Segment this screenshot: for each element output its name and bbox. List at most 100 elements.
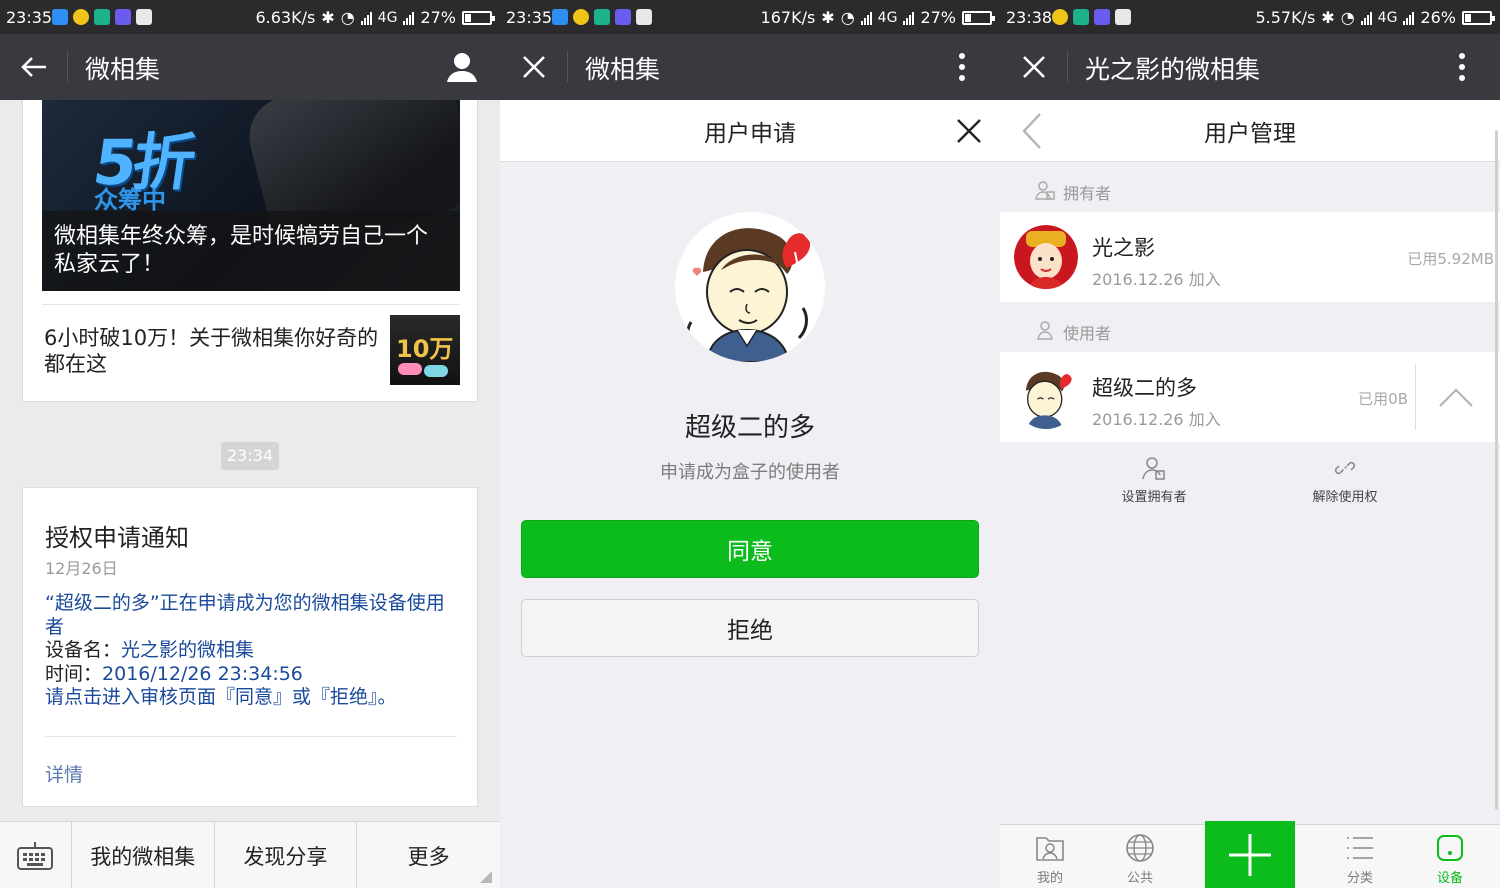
title-separator: [67, 52, 68, 82]
official-account-menu: 我的微相集 发现分享 更多: [0, 821, 500, 888]
owner-joined: 2016.12.26 加入: [1092, 270, 1221, 289]
news-thumbnail: 10万: [390, 315, 460, 385]
instruction-line: 请点击进入审核页面『同意』或『拒绝』。: [45, 686, 397, 708]
signal-icon: [903, 11, 915, 25]
battery-percent: 26%: [1420, 8, 1456, 27]
network-type: 4G: [877, 9, 898, 26]
signal-icon: [1360, 11, 1372, 25]
menu-my-weixiangji[interactable]: 我的微相集: [72, 822, 215, 888]
tab-public[interactable]: 公共: [1095, 831, 1185, 886]
scrollbar[interactable]: [1495, 130, 1498, 810]
agree-button[interactable]: 同意: [521, 520, 979, 578]
status-time: 23:38: [1006, 8, 1053, 27]
more-vert-icon[interactable]: [942, 47, 982, 87]
battery-percent: 27%: [920, 8, 956, 27]
revoke-access-label: 解除使用权: [1312, 490, 1378, 505]
tab-mine[interactable]: 我的: [1005, 831, 1095, 886]
battery-icon: [1462, 10, 1495, 25]
unlink-icon: [1285, 456, 1405, 482]
more-vert-icon[interactable]: [1442, 47, 1482, 87]
status-time: 23:35: [6, 8, 53, 27]
user-row[interactable]: 超级二的多 2016.12.26 加入 已用0B: [1000, 352, 1500, 442]
news-card: 5折 众筹中 微相集年终众筹，是时候犒劳自己一个私家云了！ 6小时破10万！关于…: [22, 100, 478, 402]
wifi-icon: ◔: [840, 8, 855, 27]
device-value: 光之影的微相集: [121, 639, 255, 661]
title-bar: 光之影的微相集: [1000, 34, 1500, 100]
battery-percent: 27%: [420, 8, 456, 27]
time-label: 时间：: [45, 662, 103, 685]
notification-body: “超级二的多”正在申请成为您的微相集设备使用者 设备名：光之影的微相集 时间：2…: [45, 592, 457, 710]
owner-storage-used: 已用5.92MB: [1407, 250, 1494, 268]
revoke-access-button[interactable]: 解除使用权: [1285, 456, 1405, 505]
device-label: 设备名：: [45, 639, 122, 661]
card-divider: [45, 736, 457, 737]
network-type: 4G: [377, 9, 398, 26]
menu-more[interactable]: 更多: [357, 822, 500, 888]
bottom-tab-bar: 我的 公共 分类 设备: [1000, 821, 1500, 888]
app-notification-icon: [573, 9, 589, 25]
app-notification-icon: [1073, 9, 1089, 25]
user-section-text: 使用者: [1063, 324, 1112, 343]
news-item-text: 6小时破10万！关于微相集你好奇的都在这: [44, 326, 379, 376]
app-notification-icon: [73, 9, 89, 25]
user-management-panel: 23:38 5.57K/s ✱ ◔ 4G 26% 光之影的微相集 用户管理 拥有…: [1000, 0, 1500, 888]
user-avatar: [1014, 365, 1078, 429]
user-request-panel: 23:35 167K/s ✱ ◔ 4G 27% 微相集 用户申请 超级二的多 申…: [500, 0, 1000, 888]
page-title: 微相集: [85, 55, 161, 84]
back-arrow-icon[interactable]: [14, 47, 54, 87]
folder-user-icon: [1005, 831, 1095, 865]
battery-icon: [962, 10, 995, 25]
owner-row[interactable]: 光之影 2016.12.26 加入 已用5.92MB: [1000, 212, 1500, 302]
app-notification-icon: [1052, 9, 1068, 25]
app-notification-icon: [94, 9, 110, 25]
notification-card[interactable]: 授权申请通知 12月26日 “超级二的多”正在申请成为您的微相集设备使用者 设备…: [22, 487, 478, 807]
app-notification-icon: [615, 9, 631, 25]
notification-icons: [1052, 9, 1131, 25]
notification-icons: [552, 9, 652, 25]
app-notification-icon: [1094, 9, 1110, 25]
applicant-name: 超级二的多: [684, 413, 815, 443]
owner-section-text: 拥有者: [1063, 184, 1112, 203]
status-right: 6.63K/s ✱ ◔ 4G 27%: [255, 8, 495, 27]
detail-link[interactable]: 详情: [45, 760, 83, 787]
bluetooth-icon: ✱: [821, 8, 835, 27]
reject-button[interactable]: 拒绝: [521, 599, 979, 657]
set-owner-button[interactable]: 设置拥有者: [1094, 456, 1214, 505]
wifi-icon: ◔: [1340, 8, 1355, 27]
tab-mine-label: 我的: [1036, 871, 1063, 886]
tab-category[interactable]: 分类: [1315, 831, 1405, 886]
add-button[interactable]: [1205, 821, 1295, 888]
close-icon[interactable]: [1014, 47, 1054, 87]
news-hero-banner[interactable]: 5折 众筹中 微相集年终众筹，是时候犒劳自己一个私家云了！: [42, 100, 460, 291]
user-name: 超级二的多: [1092, 376, 1197, 400]
title-separator: [567, 52, 568, 82]
tab-device-label: 设备: [1436, 871, 1463, 886]
user-joined: 2016.12.26 加入: [1092, 410, 1221, 429]
signal-icon: [403, 11, 415, 25]
close-icon[interactable]: [514, 47, 554, 87]
keyboard-icon[interactable]: [0, 822, 72, 888]
chevron-up-icon[interactable]: [1438, 382, 1474, 412]
globe-icon: [1095, 831, 1185, 865]
set-owner-icon: [1094, 456, 1214, 482]
thumb-text: 10万: [396, 335, 454, 363]
user-icon[interactable]: [442, 47, 482, 87]
sheet-title: 用户申请: [704, 121, 796, 147]
device-icon: [1405, 831, 1495, 865]
set-owner-label: 设置拥有者: [1121, 490, 1187, 505]
thumb-decoration: [398, 363, 422, 375]
wifi-icon: ◔: [340, 8, 355, 27]
close-icon[interactable]: [952, 114, 986, 148]
message-timestamp: 23:34: [221, 442, 279, 470]
news-list-item[interactable]: 6小时破10万！关于微相集你好奇的都在这 10万: [42, 304, 460, 390]
bluetooth-icon: ✱: [1321, 8, 1335, 27]
notification-date: 12月26日: [45, 559, 118, 578]
tab-category-label: 分类: [1346, 871, 1373, 886]
menu-discover-share[interactable]: 发现分享: [215, 822, 358, 888]
tab-device[interactable]: 设备: [1405, 831, 1495, 886]
title-bar: 微相集: [500, 34, 1000, 100]
hero-caption: 微相集年终众筹，是时候犒劳自己一个私家云了！: [42, 211, 460, 291]
app-notification-icon: [1115, 9, 1131, 25]
app-notification-icon: [52, 9, 68, 25]
title-bar: 微相集: [0, 34, 500, 100]
